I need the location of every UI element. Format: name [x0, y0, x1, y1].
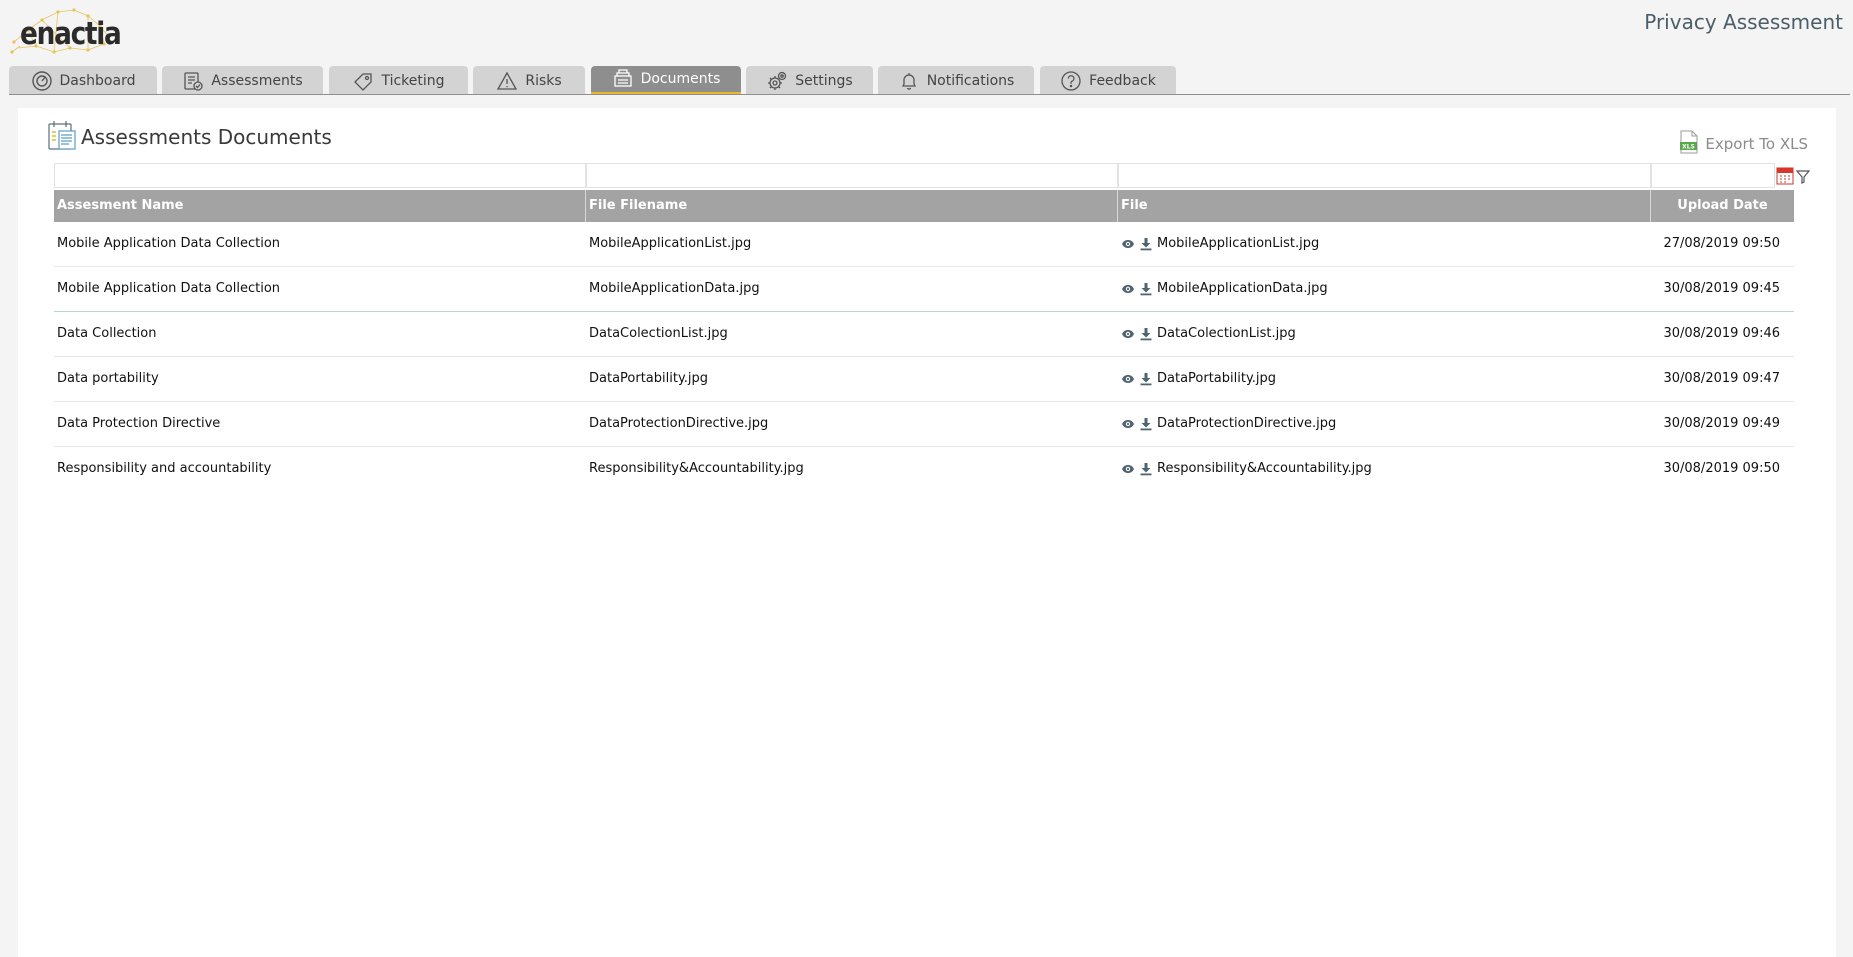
view-eye-icon[interactable] [1121, 282, 1135, 296]
table-row[interactable]: Data portability DataPortability.jpg Dat… [54, 357, 1794, 402]
tab-label: Risks [525, 72, 562, 89]
tab-divider [9, 94, 1850, 95]
cell-assessment-name: Responsibility and accountability [57, 461, 272, 476]
download-icon[interactable] [1139, 282, 1153, 296]
table-row[interactable]: Data Protection Directive DataProtection… [54, 402, 1794, 447]
table-row[interactable]: Mobile Application Data Collection Mobil… [54, 222, 1794, 267]
bell-icon [898, 70, 920, 92]
tab-label: Settings [795, 72, 853, 89]
table-row[interactable]: Responsibility and accountability Respon… [54, 447, 1794, 492]
cell-assessment-name: Mobile Application Data Collection [57, 281, 281, 296]
tab-notifications[interactable]: Notifications [878, 66, 1034, 95]
filter-upload-date-input[interactable] [1651, 163, 1775, 188]
cell-file: Responsibility&Accountability.jpg [1118, 447, 1651, 491]
cell-file-filename: DataProtectionDirective.jpg [589, 416, 769, 431]
content-card: Assessments Documents XLS Export To XLS [18, 108, 1836, 957]
warning-icon [496, 70, 518, 92]
download-icon[interactable] [1139, 462, 1153, 476]
cell-file-filename: MobileApplicationData.jpg [589, 281, 760, 296]
tab-feedback[interactable]: Feedback [1040, 66, 1176, 95]
download-icon[interactable] [1139, 237, 1153, 251]
view-eye-icon[interactable] [1121, 372, 1135, 386]
calendar-icon[interactable] [1776, 165, 1794, 185]
cell-file-filename: MobileApplicationList.jpg [589, 236, 752, 251]
enactia-logo[interactable]: enactia [8, 2, 122, 58]
tab-ticketing[interactable]: Ticketing [329, 66, 468, 95]
export-xls-button[interactable]: XLS Export To XLS [1679, 130, 1808, 158]
gears-icon [766, 70, 788, 92]
view-eye-icon[interactable] [1121, 417, 1135, 431]
file-link[interactable]: Responsibility&Accountability.jpg [1157, 447, 1372, 491]
tab-documents[interactable]: Documents [591, 66, 741, 95]
cell-assessment-name: Data Protection Directive [57, 416, 221, 431]
cell-upload-date: 30/08/2019 09:45 [1663, 281, 1780, 296]
assessment-documents-icon [47, 119, 77, 155]
cell-file-filename: DataPortability.jpg [589, 371, 709, 386]
documents-icon [612, 68, 634, 90]
cell-assessment-name: Mobile Application Data Collection [57, 236, 281, 251]
clipboard-check-icon [182, 70, 204, 92]
page-header: Assessments Documents [47, 120, 332, 154]
view-eye-icon[interactable] [1121, 327, 1135, 341]
file-link[interactable]: DataPortability.jpg [1157, 357, 1276, 401]
question-icon [1060, 70, 1082, 92]
gauge-icon [31, 70, 53, 92]
tab-dashboard[interactable]: Dashboard [9, 66, 157, 95]
column-header-file-filename[interactable]: File Filename [586, 190, 1118, 222]
tab-label: Assessments [211, 72, 303, 89]
tab-settings[interactable]: Settings [746, 66, 873, 95]
tab-label: Ticketing [381, 72, 445, 89]
column-header-assessment-name[interactable]: Assesment Name [54, 190, 586, 222]
column-header-upload-date[interactable]: Upload Date [1651, 190, 1794, 222]
file-link[interactable]: DataProtectionDirective.jpg [1157, 402, 1336, 446]
file-link[interactable]: MobileApplicationData.jpg [1157, 267, 1328, 311]
cell-assessment-name: Data portability [57, 371, 159, 386]
cell-file: DataPortability.jpg [1118, 357, 1651, 401]
download-icon[interactable] [1139, 327, 1153, 341]
cell-upload-date: 30/08/2019 09:50 [1663, 461, 1780, 476]
filter-filename-input[interactable] [586, 163, 1118, 188]
table-row[interactable]: Mobile Application Data Collection Mobil… [54, 267, 1794, 312]
tab-label: Feedback [1089, 72, 1156, 89]
table-header: Assesment Name File Filename File Upload… [54, 190, 1794, 222]
filter-assessment-name-input[interactable] [54, 163, 586, 188]
file-link[interactable]: DataColectionList.jpg [1157, 312, 1296, 356]
cell-upload-date: 30/08/2019 09:49 [1663, 416, 1780, 431]
tab-label: Documents [640, 71, 721, 87]
filter-row [54, 163, 1811, 190]
logo-text: enactia [20, 16, 122, 52]
cell-upload-date: 30/08/2019 09:46 [1663, 326, 1780, 341]
cell-upload-date: 27/08/2019 09:50 [1663, 236, 1780, 251]
file-link[interactable]: MobileApplicationList.jpg [1157, 222, 1319, 266]
table-row[interactable]: Data Collection DataColectionList.jpg Da… [54, 312, 1794, 357]
tab-label: Notifications [926, 72, 1015, 89]
cell-file: MobileApplicationData.jpg [1118, 267, 1651, 311]
export-label: Export To XLS [1705, 135, 1808, 153]
tab-risks[interactable]: Risks [473, 66, 585, 95]
cell-file: DataProtectionDirective.jpg [1118, 402, 1651, 446]
tab-label: Dashboard [59, 72, 136, 89]
page-title: Assessments Documents [81, 125, 332, 149]
cell-file: MobileApplicationList.jpg [1118, 222, 1651, 266]
view-eye-icon[interactable] [1121, 237, 1135, 251]
download-icon[interactable] [1139, 372, 1153, 386]
download-icon[interactable] [1139, 417, 1153, 431]
filter-funnel-icon[interactable] [1795, 169, 1811, 184]
documents-table: Assesment Name File Filename File Upload… [54, 163, 1811, 492]
ticket-icon [352, 70, 374, 92]
cell-file-filename: Responsibility&Accountability.jpg [589, 461, 804, 476]
cell-file: DataColectionList.jpg [1118, 312, 1651, 356]
filter-file-input[interactable] [1118, 163, 1651, 188]
cell-assessment-name: Data Collection [57, 326, 157, 341]
xls-file-icon: XLS [1679, 130, 1699, 158]
tab-assessments[interactable]: Assessments [162, 66, 323, 95]
app-title: Privacy Assessment [1644, 10, 1843, 34]
xls-icon-label: XLS [1683, 144, 1696, 151]
column-header-file[interactable]: File [1118, 190, 1651, 222]
cell-upload-date: 30/08/2019 09:47 [1663, 371, 1780, 386]
view-eye-icon[interactable] [1121, 462, 1135, 476]
cell-file-filename: DataColectionList.jpg [589, 326, 728, 341]
